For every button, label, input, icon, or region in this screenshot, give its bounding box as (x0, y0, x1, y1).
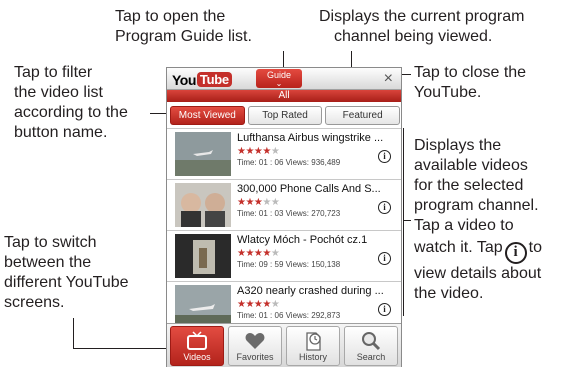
nav-search-button[interactable]: Search (344, 326, 398, 366)
callout-current-channel: Displays the current program channel bei… (319, 8, 525, 45)
info-icon[interactable]: i (378, 150, 391, 163)
filter-most-viewed-button[interactable]: Most Viewed (170, 106, 245, 125)
video-list-item[interactable]: 300,000 Phone Calls And S... ★★★★★ Time:… (167, 179, 401, 230)
nav-videos-button[interactable]: Videos (170, 326, 224, 366)
chevron-down-icon: ⌄ (275, 79, 283, 88)
video-title: Wlatcy Móch - Pochót cz.1 (237, 234, 368, 246)
filter-buttons: Most Viewed Top Rated Featured (170, 106, 401, 125)
rating-stars: ★★★★★ (237, 146, 280, 157)
video-meta: Time: 01 : 06 Views: 936,489 (237, 158, 341, 167)
callout-available-videos: Displays the available videos for the se… (414, 137, 542, 302)
close-icon[interactable]: × (384, 70, 393, 88)
tv-icon (187, 331, 207, 350)
video-title: A320 nearly crashed during ... (237, 285, 384, 297)
video-meta: Time: 01 : 06 Views: 292,873 (237, 311, 341, 320)
program-guide-button[interactable]: Guide ⌄ (256, 69, 302, 88)
video-meta: Time: 01 : 03 Views: 270,723 (237, 209, 341, 218)
callout-filter: Tap to filter the video list according t… (14, 64, 128, 141)
info-icon: i (504, 242, 527, 264)
video-list: Lufthansa Airbus wingstrike ... ★★★★★ Ti… (167, 128, 401, 332)
video-title: Lufthansa Airbus wingstrike ... (237, 132, 384, 144)
video-thumbnail (175, 234, 231, 278)
nav-favorites-button[interactable]: Favorites (228, 326, 282, 366)
leader-line-switch-h (73, 348, 169, 349)
heart-icon (245, 333, 265, 349)
video-thumbnail (175, 132, 231, 176)
video-thumbnail (175, 183, 231, 227)
clock-document-icon (306, 332, 321, 351)
youtube-app-screen: You Tube Guide ⌄ × All Most Viewed Top Ra… (166, 67, 402, 367)
info-icon[interactable]: i (378, 201, 391, 214)
rating-stars: ★★★★★ (237, 299, 280, 310)
video-meta: Time: 09 : 59 Views: 150,138 (237, 260, 341, 269)
callout-program-guide: Tap to open the Program Guide list. (115, 8, 252, 45)
video-list-item[interactable]: Lufthansa Airbus wingstrike ... ★★★★★ Ti… (167, 128, 401, 179)
info-icon[interactable]: i (378, 252, 391, 265)
leader-line-videos-bracket (403, 128, 404, 316)
rating-stars: ★★★★★ (237, 248, 280, 259)
nav-history-button[interactable]: History (286, 326, 340, 366)
filter-top-rated-button[interactable]: Top Rated (247, 106, 323, 125)
callout-switch-screens: Tap to switch between the different YouT… (4, 234, 129, 311)
bottom-navigation: Videos Favorites History Search (167, 323, 401, 367)
video-list-item[interactable]: Wlatcy Móch - Pochót cz.1 ★★★★★ Time: 09… (167, 230, 401, 281)
callout-close: Tap to close the YouTube. (414, 64, 527, 101)
youtube-logo: You Tube (172, 71, 232, 88)
leader-line-switch-v (73, 318, 74, 349)
leader-line-videos (403, 220, 411, 221)
magnifier-icon (362, 332, 381, 351)
video-title: 300,000 Phone Calls And S... (237, 183, 381, 195)
title-bar: You Tube Guide ⌄ × (167, 68, 401, 90)
filter-featured-button[interactable]: Featured (325, 106, 401, 125)
rating-stars: ★★★★★ (237, 197, 280, 208)
current-channel-bar: All (167, 90, 401, 102)
info-icon[interactable]: i (378, 303, 391, 316)
